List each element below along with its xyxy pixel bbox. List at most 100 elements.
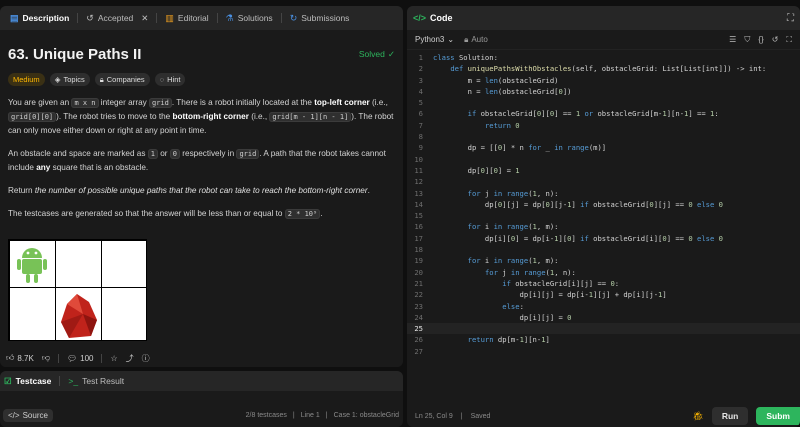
code-text: class Solution: xyxy=(433,53,498,62)
format-icon[interactable]: ☰ xyxy=(729,35,736,44)
line-number: 26 xyxy=(414,335,423,345)
code-text: for j in range(1, n): xyxy=(467,188,559,198)
lightbulb-icon: ◌ xyxy=(159,75,165,84)
line-number: 11 xyxy=(414,165,423,175)
robot-icon xyxy=(17,248,47,283)
tab-description[interactable]: ▤ Description xyxy=(4,8,75,28)
code-editor[interactable]: 1 class Solution: 2 def uniquePathsWithObs… xyxy=(407,52,800,405)
code-line[interactable]: 27 xyxy=(407,346,800,357)
bold-text: top-left corner xyxy=(314,98,370,107)
code-line[interactable]: 4 n = len(obstacleGrid[0]) xyxy=(407,86,800,97)
line-number: 23 xyxy=(414,301,423,311)
code-line[interactable]: 9 dp = [[0] * n for _ in range(m)] xyxy=(407,142,800,153)
inline-code: grid[0][0] xyxy=(8,112,57,122)
problem-title[interactable]: 63. Unique Paths II xyxy=(8,46,141,63)
reset-icon[interactable]: ↺ xyxy=(772,35,779,44)
line-number: 15 xyxy=(414,211,423,221)
checkbox-icon: ☑ xyxy=(4,375,12,386)
line-number: 5 xyxy=(418,98,423,108)
source-button[interactable]: </> Source xyxy=(3,408,53,422)
code-line[interactable]: 10 xyxy=(407,154,800,165)
inline-code: m x n xyxy=(71,98,99,108)
testcase-footer: </> Source 2/8 testcases | Line 1 | Case… xyxy=(3,407,399,423)
auto-mode-toggle[interactable]: 🔒︎ Auto xyxy=(464,35,488,45)
tab-testcase[interactable]: ☑ Testcase xyxy=(4,376,51,387)
terminal-icon: >_ xyxy=(68,376,79,386)
code-line[interactable]: 8 xyxy=(407,131,800,142)
submit-button[interactable]: Subm xyxy=(756,407,800,425)
code-text: dp[i][0] = dp[i-1][0] if obstacleGrid[i]… xyxy=(433,233,723,243)
maximize-icon[interactable]: ⛶ xyxy=(787,13,794,24)
tab-editorial[interactable]: ▥ Editorial xyxy=(159,8,214,28)
flask-icon: ⚗ xyxy=(225,12,234,23)
code-line[interactable]: 1 class Solution: xyxy=(407,52,800,63)
tab-test-result[interactable]: >_ Test Result xyxy=(68,376,124,386)
code-line[interactable]: 5 xyxy=(407,97,800,108)
code-line[interactable]: 13 for j in range(1, n): xyxy=(407,188,800,199)
description-panel: ▤ Description ↺ Accepted ✕ ▥ Editorial ⚗… xyxy=(0,6,403,367)
help-icon[interactable]: ⓘ xyxy=(142,353,150,364)
code-line[interactable]: 24 dp[i][j] = 0 xyxy=(407,312,800,323)
code-line[interactable]: 15 xyxy=(407,210,800,221)
companies-button[interactable]: 🔒︎ Companies xyxy=(94,73,150,86)
topics-button[interactable]: ◈ Topics xyxy=(49,73,90,86)
fullscreen-icon[interactable]: ⛶ xyxy=(786,35,792,45)
line-number: 10 xyxy=(414,154,423,164)
thumbs-up-icon: 👍︎ xyxy=(6,353,15,362)
line-number: 3 xyxy=(418,75,423,85)
star-icon[interactable]: ☆ xyxy=(110,354,117,363)
tab-submissions[interactable]: ↻ Submissions xyxy=(284,8,356,28)
like-button[interactable]: 👍︎ 8.7K xyxy=(6,353,34,363)
language-select[interactable]: Python3 ⌄ xyxy=(415,35,454,44)
share-icon[interactable]: ⤴ xyxy=(126,353,134,364)
inline-code: grid xyxy=(236,149,260,159)
code-header: </> Code ⛶ xyxy=(407,6,800,30)
code-line[interactable]: 12 xyxy=(407,176,800,187)
code-tab[interactable]: </> Code xyxy=(413,13,453,23)
description-paragraph: Return the number of possible unique pat… xyxy=(8,186,370,195)
code-line[interactable]: 21 if obstacleGrid[i][j] == 0: xyxy=(407,278,800,289)
bold-text: any xyxy=(36,163,51,172)
close-icon[interactable]: ✕ xyxy=(141,13,148,24)
code-line[interactable]: 16 for i in range(1, m): xyxy=(407,221,800,232)
editor-status-bar: Ln 25, Col 9 | Saved 🐞︎ Run Subm xyxy=(407,405,800,427)
code-icon: </> xyxy=(8,410,20,420)
tab-accepted[interactable]: ↺ Accepted ✕ xyxy=(80,8,154,28)
braces-icon[interactable]: {} xyxy=(758,35,763,44)
code-text: dp[i][j] = 0 xyxy=(433,312,572,322)
code-text: if obstacleGrid[i][j] == 0: xyxy=(502,278,620,288)
bookmark-icon[interactable]: ⛉ xyxy=(744,35,750,45)
code-line[interactable]: 19 for i in range(1, m): xyxy=(407,255,800,266)
code-line[interactable]: 14 dp[0][j] = dp[0][j-1] if obstacleGrid… xyxy=(407,199,800,210)
code-line[interactable]: 22 dp[i][j] = dp[i-1][j] + dp[i][j-1] xyxy=(407,289,800,300)
code-line[interactable]: 26 return dp[m-1][n-1] xyxy=(407,334,800,345)
solved-badge: Solved ✓ xyxy=(358,48,395,60)
code-line[interactable]: 3 m = len(obstacleGrid) xyxy=(407,75,800,86)
thumbs-down-icon[interactable]: 👎︎ xyxy=(42,353,50,363)
comment-icon: 💬︎ xyxy=(66,353,78,363)
debug-icon[interactable]: 🐞︎ xyxy=(692,411,703,422)
hint-button[interactable]: ◌ Hint xyxy=(154,73,186,86)
run-button[interactable]: Run xyxy=(711,407,749,425)
inline-code: grid[m - 1][n - 1] xyxy=(269,112,352,122)
code-line[interactable]: 7 return 0 xyxy=(407,120,800,131)
tab-solutions[interactable]: ⚗ Solutions xyxy=(220,8,279,28)
code-line[interactable]: 2 def uniquePathsWithObstacles(self, obs… xyxy=(407,63,800,74)
code-text: return dp[m-1][n-1] xyxy=(467,335,550,345)
code-line[interactable]: 20 for j in range(1, n): xyxy=(407,267,800,278)
code-panel: </> Code ⛶ Python3 ⌄ 🔒︎ Auto ☰ ⛉ {} ↺ ⛶ … xyxy=(407,6,800,427)
code-line[interactable]: 11 dp[0][0] = 1 xyxy=(407,165,800,176)
code-line[interactable]: 23 else: xyxy=(407,301,800,312)
code-line[interactable]: 17 dp[i][0] = dp[i-1][0] if obstacleGrid… xyxy=(407,233,800,244)
clock-icon: ↻ xyxy=(289,12,298,23)
line-number: 13 xyxy=(414,188,423,198)
code-text: dp[i][j] = dp[i-1][j] + dp[i][j-1] xyxy=(433,290,667,300)
code-line[interactable]: 25 xyxy=(407,323,800,335)
code-line[interactable]: 18 xyxy=(407,244,800,255)
history-icon: ↺ xyxy=(86,12,94,23)
code-line[interactable]: 6 if obstacleGrid[0][0] == 1 or obstacle… xyxy=(407,108,800,119)
description-paragraph: An obstacle and space are marked as 1 or… xyxy=(8,149,386,172)
chevron-down-icon: ⌄ xyxy=(447,35,455,44)
inline-code: grid xyxy=(149,98,172,108)
comments-button[interactable]: 💬︎ 100 xyxy=(67,354,94,363)
